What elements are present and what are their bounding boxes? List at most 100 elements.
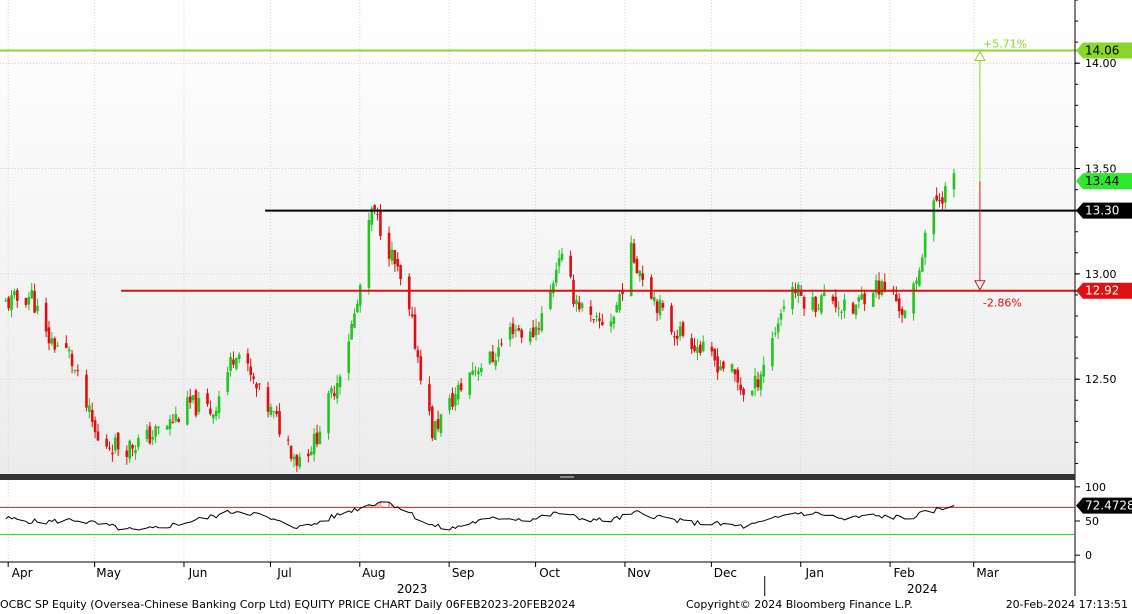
candle-body <box>670 305 673 333</box>
candle-body <box>497 347 500 357</box>
candle-body <box>759 374 763 390</box>
candle-body <box>863 293 866 304</box>
month-label: May <box>96 566 121 580</box>
candle-body <box>448 398 451 411</box>
candle-body <box>834 296 838 308</box>
candle-body <box>459 383 463 391</box>
divider-grip <box>560 476 574 478</box>
rsi-last-tag: 72.4728 <box>1076 497 1132 514</box>
candle-body <box>214 410 218 417</box>
candle-body <box>356 303 359 313</box>
candle-body <box>843 299 846 311</box>
candle-body <box>494 360 498 366</box>
candle-body <box>358 284 362 306</box>
candle-body <box>771 337 774 367</box>
month-label: Mar <box>976 566 999 580</box>
rsi-tick-label: 100 <box>1085 481 1106 494</box>
last-price-tag: 13.44 <box>1076 173 1132 190</box>
last-price-tag-text: 13.44 <box>1085 174 1119 188</box>
candle-body <box>379 211 382 236</box>
candle-body <box>678 326 682 337</box>
candle-body <box>154 426 157 437</box>
candle-body <box>439 414 443 433</box>
candle-body <box>376 213 379 215</box>
candle-body <box>719 366 722 371</box>
candle-body <box>315 432 319 445</box>
candle-body <box>390 249 394 261</box>
candle-body <box>13 291 16 296</box>
candle-body <box>229 356 232 371</box>
security-title: OCBC SP Equity (Oversea-Chinese Banking … <box>0 598 576 611</box>
year-label: 2024 <box>907 582 938 596</box>
candle <box>488 350 492 365</box>
candle-body <box>549 289 552 310</box>
candle-body <box>779 313 783 320</box>
candle-body <box>188 396 192 403</box>
candle-body <box>10 295 13 311</box>
candle-body <box>941 197 944 204</box>
candle <box>681 320 685 338</box>
candle-body <box>857 297 861 302</box>
candle-body <box>895 294 898 302</box>
candle-body <box>111 452 114 455</box>
rsi-tick-label: 50 <box>1085 515 1099 528</box>
candle <box>194 388 198 418</box>
candle <box>327 390 330 440</box>
month-label: Dec <box>714 566 737 580</box>
month-label: Apr <box>12 566 33 580</box>
price-tick-label: 12.50 <box>1085 373 1117 386</box>
candle-body <box>44 302 48 332</box>
candle-body <box>255 383 258 389</box>
candle-body <box>347 341 351 373</box>
candle-body <box>615 304 619 313</box>
resistance-price-tag: 13.30 <box>1076 202 1132 219</box>
target-price-tag: 14.06 <box>1076 42 1132 59</box>
candle-body <box>194 390 198 416</box>
month-label: Sep <box>452 566 475 580</box>
candle <box>650 274 653 300</box>
panel-divider <box>0 474 1075 480</box>
candle <box>903 309 907 319</box>
candle <box>635 256 639 274</box>
candle-body <box>206 393 209 405</box>
candle-body <box>433 421 437 440</box>
candle-body <box>880 281 884 295</box>
candle <box>367 212 371 295</box>
support-price-tag-text: 12.92 <box>1085 284 1119 298</box>
candle-body <box>920 257 924 272</box>
candle-body <box>897 298 901 312</box>
rsi-tick-label: 0 <box>1085 549 1092 562</box>
candle-body <box>217 396 221 413</box>
candle-body <box>575 300 578 305</box>
candle-body <box>318 431 322 445</box>
month-label: Jun <box>188 566 208 580</box>
candle-body <box>811 297 815 310</box>
candle-body <box>56 345 59 347</box>
candle <box>85 369 88 412</box>
candle-body <box>367 219 371 288</box>
candle-body <box>534 326 538 336</box>
candle-body <box>557 258 561 267</box>
candle-body <box>854 304 858 316</box>
candle-body <box>932 200 936 235</box>
candle-body <box>776 323 780 333</box>
candle <box>44 297 48 338</box>
candle-body <box>431 406 434 438</box>
candle-body <box>944 186 947 203</box>
downside-percent-label: -2.86% <box>983 297 1022 310</box>
price-chart: +5.71%-2.86%12.5013.0013.5014.0014.0613.… <box>0 0 1132 596</box>
candle-body <box>673 336 676 338</box>
candle-body <box>15 290 19 301</box>
candle-body <box>307 453 310 457</box>
month-label: Aug <box>362 566 385 580</box>
candle-body <box>528 331 532 342</box>
candle-body <box>335 383 339 399</box>
candle-body <box>269 406 273 415</box>
candle-body <box>650 277 653 299</box>
candle-body <box>517 328 521 331</box>
candle <box>431 405 434 442</box>
candle-body <box>531 327 535 338</box>
candle-body <box>171 421 175 423</box>
candle-body <box>851 303 855 314</box>
candle-body <box>520 329 523 338</box>
